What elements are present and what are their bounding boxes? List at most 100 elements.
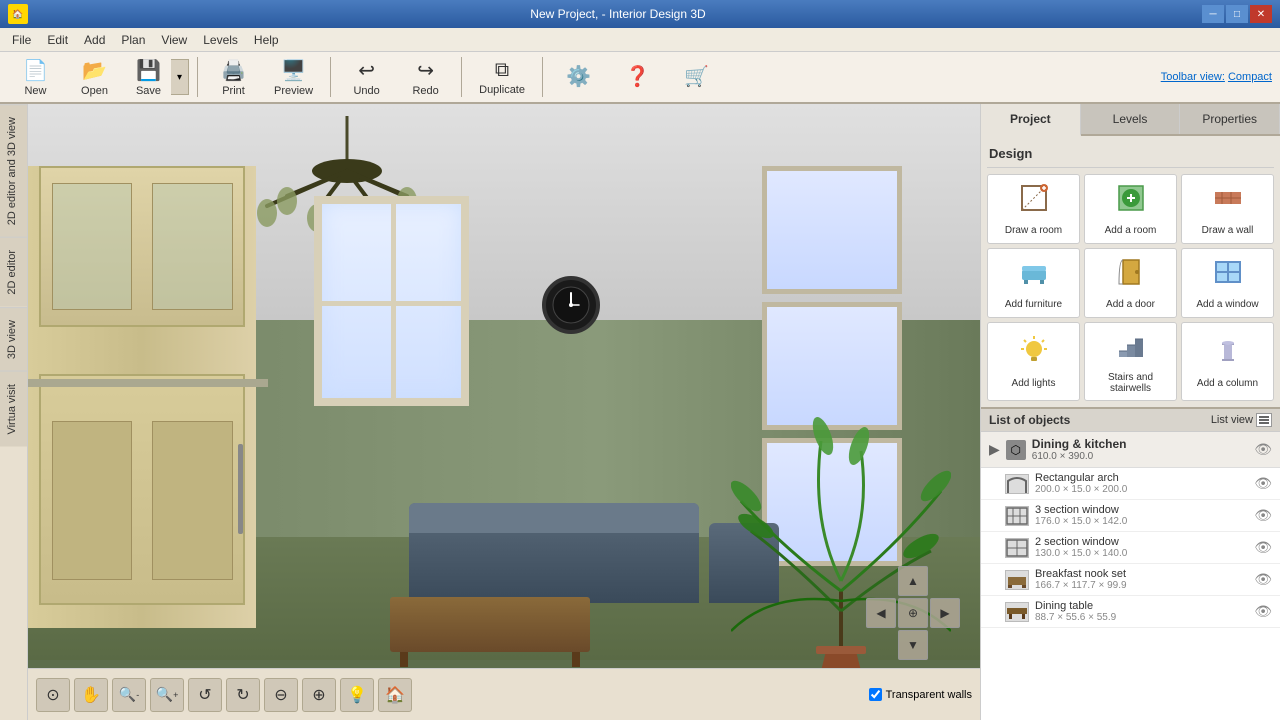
move-right-button[interactable]: ▶: [930, 598, 960, 628]
menu-help[interactable]: Help: [246, 31, 287, 49]
add-column-button[interactable]: Add a column: [1181, 322, 1274, 401]
window-controls: ─ □ ✕: [1202, 5, 1272, 23]
pan-button[interactable]: ✋: [74, 678, 108, 712]
redo-button[interactable]: ↪ Redo: [398, 53, 453, 102]
window3-icon: [1005, 506, 1029, 526]
group-eye-icon[interactable]: 👁: [1254, 441, 1272, 458]
360-button[interactable]: ⊙: [36, 678, 70, 712]
orbit-alt-button[interactable]: ⊕: [302, 678, 336, 712]
menu-add[interactable]: Add: [76, 31, 113, 49]
item-eye-3win[interactable]: 👁: [1254, 507, 1272, 524]
item-eye-2win[interactable]: 👁: [1254, 539, 1272, 556]
item-name-breakfast: Breakfast nook set: [1035, 568, 1248, 580]
list-item-2-section-window[interactable]: 2 section window 130.0 × 15.0 × 140.0 👁: [981, 532, 1280, 564]
list-header: List of objects List view: [981, 409, 1280, 432]
add-furniture-button[interactable]: Add furniture: [987, 248, 1080, 318]
rotate-left-button[interactable]: ↺: [188, 678, 222, 712]
undo-icon: ↩: [358, 58, 375, 83]
preview-icon: 🖥️: [281, 58, 306, 83]
viewport: ▲ ◀ ⊕ ▶ ▼ ⊙ ✋ 🔍- 🔍+ ↺ ↻ ⊖ ⊕ 💡 🏠: [28, 104, 980, 720]
list-item-rectangular-arch[interactable]: Rectangular arch 200.0 × 15.0 × 200.0 👁: [981, 468, 1280, 500]
minimize-button[interactable]: ─: [1202, 5, 1224, 23]
window: [314, 196, 469, 406]
draw-wall-button[interactable]: Draw a wall: [1181, 174, 1274, 244]
settings-button[interactable]: ⚙️: [551, 59, 606, 96]
add-window-label: Add a window: [1196, 299, 1258, 310]
save-dropdown[interactable]: ▾: [171, 59, 189, 95]
design-section: Design Draw a room Add a room: [981, 136, 1280, 407]
tab-virtual-visit[interactable]: Virtua visit: [0, 371, 27, 447]
add-door-icon: [1115, 256, 1147, 295]
transparent-walls-checkbox[interactable]: [869, 688, 882, 701]
rotate-right-button[interactable]: ↻: [226, 678, 260, 712]
menu-levels[interactable]: Levels: [195, 31, 246, 49]
list-item-dining-table[interactable]: Dining table 88.7 × 55.6 × 55.9 👁: [981, 596, 1280, 628]
clock-face: [551, 285, 591, 325]
orbit-button[interactable]: ⊖: [264, 678, 298, 712]
move-left-button[interactable]: ◀: [866, 598, 896, 628]
item-eye-dining[interactable]: 👁: [1254, 603, 1272, 620]
menu-view[interactable]: View: [153, 31, 195, 49]
print-button[interactable]: 🖨️ Print: [206, 53, 261, 102]
zoom-in-button[interactable]: 🔍+: [150, 678, 184, 712]
add-window-button[interactable]: Add a window: [1181, 248, 1274, 318]
restore-button[interactable]: □: [1226, 5, 1248, 23]
duplicate-button[interactable]: ⧉ Duplicate: [470, 54, 534, 101]
dining-table-icon: [1005, 602, 1029, 622]
add-room-button[interactable]: Add a room: [1084, 174, 1177, 244]
move-up-button[interactable]: ▲: [898, 566, 928, 596]
toolbar: 📄 New 📂 Open 💾 Save ▾ 🖨️ Print 🖥️ Previe…: [0, 52, 1280, 104]
close-button[interactable]: ✕: [1250, 5, 1272, 23]
item-size-dining: 88.7 × 55.6 × 55.9: [1035, 612, 1248, 623]
open-button[interactable]: 📂 Open: [67, 53, 122, 102]
shop-button[interactable]: 🛒: [669, 59, 724, 96]
new-button[interactable]: 📄 New: [8, 53, 63, 102]
menu-edit[interactable]: Edit: [39, 31, 76, 49]
tab-2d[interactable]: 2D editor: [0, 237, 27, 307]
undo-button[interactable]: ↩ Undo: [339, 53, 394, 102]
tab-properties[interactable]: Properties: [1180, 104, 1280, 134]
add-furniture-icon: [1018, 256, 1050, 295]
compact-link[interactable]: Compact: [1228, 71, 1272, 83]
separator-2: [330, 57, 331, 97]
object-group-icon-cube: ⬡: [1006, 440, 1026, 460]
item-name-dining: Dining table: [1035, 600, 1248, 612]
zoom-out-button[interactable]: 🔍-: [112, 678, 146, 712]
lights-nav-button[interactable]: 💡: [340, 678, 374, 712]
add-room-label: Add a room: [1105, 225, 1157, 236]
list-item-breakfast-nook[interactable]: Breakfast nook set 166.7 × 117.7 × 99.9 …: [981, 564, 1280, 596]
move-center-button[interactable]: ⊕: [898, 598, 928, 628]
object-group-dining-kitchen[interactable]: ▶ ⬡ Dining & kitchen 610.0 × 390.0 👁: [981, 432, 1280, 468]
add-lights-icon: [1018, 335, 1050, 374]
item-eye-arch[interactable]: 👁: [1254, 475, 1272, 492]
add-column-icon: [1212, 335, 1244, 374]
tab-3d[interactable]: 3D view: [0, 307, 27, 371]
add-window-icon: [1212, 256, 1244, 295]
open-icon: 📂: [82, 58, 107, 83]
list-view-button[interactable]: List view: [1211, 413, 1272, 427]
add-room-icon: [1115, 182, 1147, 221]
move-down-button[interactable]: ▼: [898, 630, 928, 660]
list-item-3-section-window[interactable]: 3 section window 176.0 × 15.0 × 142.0 👁: [981, 500, 1280, 532]
add-door-button[interactable]: Add a door: [1084, 248, 1177, 318]
item-name-3win: 3 section window: [1035, 504, 1248, 516]
tab-levels[interactable]: Levels: [1081, 104, 1181, 134]
tab-project[interactable]: Project: [981, 104, 1081, 136]
draw-room-icon: [1018, 182, 1050, 221]
group-size: 610.0 × 390.0: [1032, 451, 1248, 462]
item-size-2win: 130.0 × 15.0 × 140.0: [1035, 548, 1248, 559]
save-button[interactable]: 💾 Save: [126, 53, 171, 102]
draw-room-button[interactable]: Draw a room: [987, 174, 1080, 244]
coffee-table: [390, 597, 590, 652]
home-button[interactable]: 🏠: [378, 678, 412, 712]
item-eye-breakfast[interactable]: 👁: [1254, 571, 1272, 588]
tab-2d-3d[interactable]: 2D editor and 3D view: [0, 104, 27, 237]
design-grid: Draw a room Add a room Draw a wall: [987, 174, 1274, 401]
help-button[interactable]: ❓: [610, 59, 665, 96]
preview-button[interactable]: 🖥️ Preview: [265, 53, 322, 102]
menu-plan[interactable]: Plan: [113, 31, 153, 49]
add-lights-button[interactable]: Add lights: [987, 322, 1080, 401]
stairs-button[interactable]: Stairs and stairwells: [1084, 322, 1177, 401]
item-size-arch: 200.0 × 15.0 × 200.0: [1035, 484, 1248, 495]
menu-file[interactable]: File: [4, 31, 39, 49]
